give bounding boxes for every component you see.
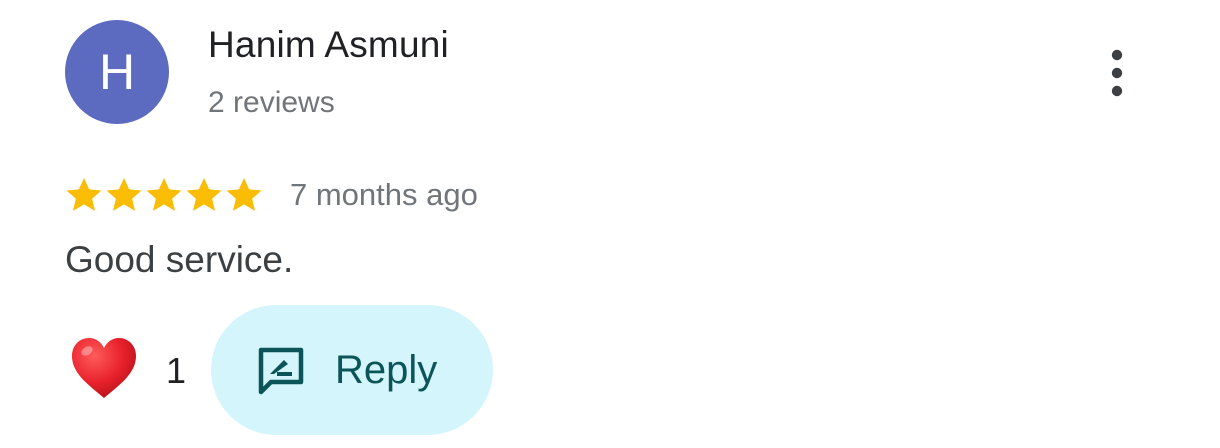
author-review-count: 2 reviews [208, 86, 335, 119]
star-rating [64, 175, 264, 215]
star-icon [226, 178, 262, 211]
more-options-button[interactable] [1095, 44, 1139, 102]
star-icon [186, 178, 222, 211]
like-count: 1 [166, 350, 187, 391]
avatar[interactable]: H [65, 20, 169, 124]
star-icon [106, 178, 142, 211]
avatar-initial: H [98, 44, 136, 100]
like-reaction-button[interactable] [70, 336, 138, 402]
rating-row: 7 months ago [64, 172, 478, 218]
star-icon [66, 178, 102, 211]
reply-button[interactable]: Reply [211, 305, 493, 435]
star-icon [146, 178, 182, 211]
review-text: Good service. [65, 239, 294, 280]
reply-label: Reply [335, 347, 438, 392]
review-timestamp: 7 months ago [290, 177, 478, 212]
review-card: H Hanim Asmuni 2 reviews 7 months ago Go… [0, 0, 1220, 448]
more-vertical-icon [1111, 49, 1123, 97]
author-name[interactable]: Hanim Asmuni [208, 24, 449, 66]
heart-icon [72, 338, 136, 398]
reply-icon [258, 347, 304, 395]
